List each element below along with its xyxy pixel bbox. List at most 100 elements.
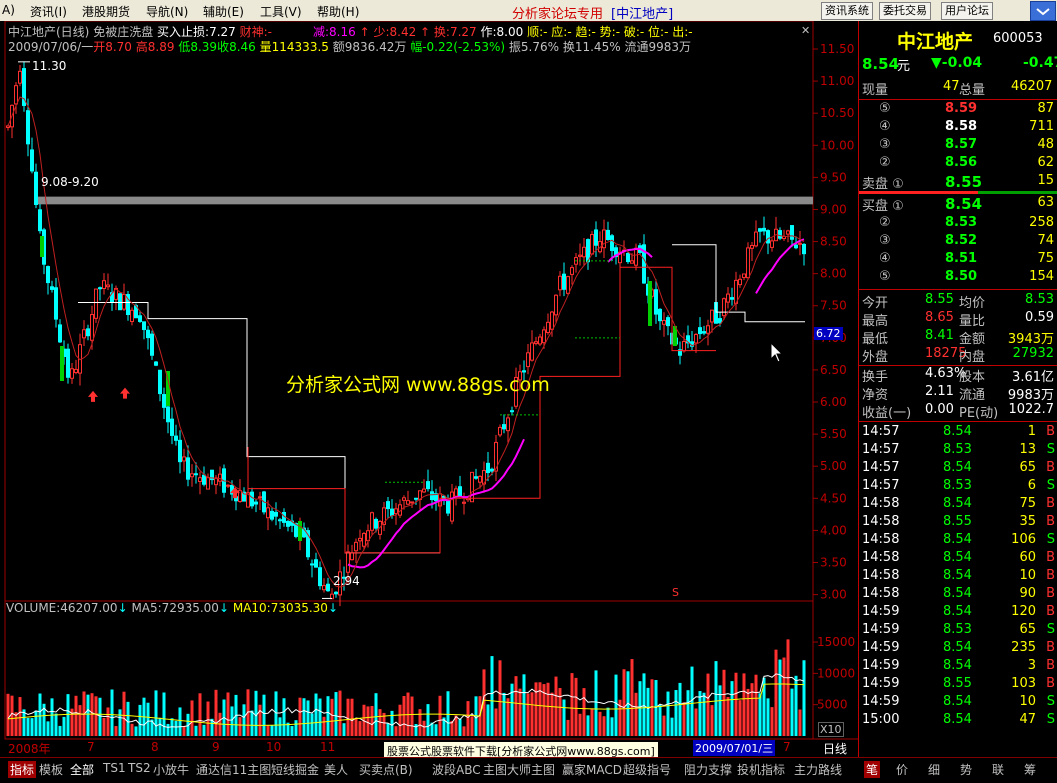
volume-bar [258, 704, 262, 736]
volume-bar [522, 674, 526, 736]
volume-bar [302, 698, 306, 736]
indicator-tab[interactable]: 超级指号 [623, 761, 671, 778]
quote-view-tab[interactable]: 价 [896, 761, 908, 778]
indicator-tab[interactable]: 主图大师主图 [483, 761, 555, 778]
tick-volume: 6 [1027, 478, 1036, 493]
volume-bar [646, 687, 650, 736]
price-tick-label: 9.50 [820, 170, 847, 184]
candle-body [14, 85, 18, 105]
quote-view-tab[interactable]: 联 [992, 761, 1004, 778]
volume-bar [98, 697, 102, 736]
volume-bar [138, 704, 142, 736]
candle-body [790, 225, 794, 240]
candle-body [294, 523, 298, 537]
order-price: 8.57 [945, 137, 978, 152]
close-chart-icon[interactable]: ✕ [801, 24, 810, 37]
indicator-tab[interactable]: 模板 [39, 761, 63, 778]
signal-tail: 顺:- 应:- 趋:- 势:- 破:- 位:- 出:- [527, 25, 693, 39]
sell-signal-icon: S [672, 586, 679, 599]
stat-label: 换手 [862, 370, 889, 385]
bar-low: 低8.39 [178, 40, 218, 54]
volume-bar [570, 673, 574, 736]
volume-bar [674, 690, 678, 736]
candle-body [630, 260, 634, 264]
candle-body [798, 242, 802, 245]
stat-label: 外盘 [862, 350, 889, 365]
volume-bar [206, 701, 210, 736]
candle-body [486, 462, 490, 474]
menu-item-nav[interactable]: 导航(N) [146, 3, 188, 20]
candle-body [722, 298, 726, 317]
volume-bar [198, 693, 202, 736]
quote-view-tab[interactable]: 细 [928, 761, 940, 778]
volume-bar [354, 718, 358, 736]
price-tick-label: 6.50 [820, 363, 847, 377]
volume-bar [74, 695, 78, 736]
volume-bar [526, 693, 530, 736]
volume-bar [422, 720, 426, 736]
price-tick-label: 4.50 [820, 491, 847, 505]
volume-bar [274, 691, 278, 736]
current-price-tag: 6.72 [814, 327, 843, 340]
kline-chart-area[interactable]: 11.50 11.00 10.50 10.00 9.50 9.00 8.50 8.00 7.50… [0, 21, 858, 761]
tick-row: 14:58 8.54 10 B [859, 568, 1057, 586]
indicator-tab[interactable]: 主力路线 [794, 761, 842, 778]
menu-item-assist[interactable]: 辅助(E) [203, 3, 244, 20]
candle-body [694, 333, 698, 344]
stock-name: 中江地产 [897, 31, 974, 53]
stat-value: 3943万 [1007, 332, 1054, 347]
tick-direction: B [1046, 586, 1055, 601]
candle-body [314, 559, 318, 568]
candle-body [662, 319, 666, 325]
menu-item-a[interactable]: A) [2, 3, 15, 17]
indicator-tab[interactable]: 投机指标 [737, 761, 785, 778]
volume-bar [590, 708, 594, 736]
volume-bar [326, 696, 330, 736]
volume-bar [398, 704, 402, 736]
indicator-tab[interactable]: 买卖点(B) [359, 761, 413, 778]
quote-view-tab[interactable]: 笔 [864, 761, 881, 778]
menu-item-help[interactable]: 帮助(H) [317, 3, 359, 20]
bar-high: 高8.89 [135, 40, 175, 54]
indicator-tab[interactable]: 通达信11主图 [196, 761, 271, 778]
volume-bar [658, 704, 662, 736]
tick-volume: 75 [1019, 496, 1036, 511]
order-level: ④ [879, 119, 891, 134]
indicator-tab[interactable]: 波段ABC [432, 761, 481, 778]
indicator-tab[interactable]: TS1 [103, 761, 126, 775]
indicator-tab-bar: 指标 模板 全部 TS1 TS2 小放牛 通达信11主图 短线掘金 美人 买卖点(B) 波段ABC 主… [0, 757, 1057, 783]
stat-label: 均价 [959, 296, 986, 311]
menu-item-tools[interactable]: 工具(V) [260, 3, 302, 20]
indicator-tab[interactable]: 指标 [8, 761, 37, 778]
volume-bar [742, 673, 746, 736]
indicator-tab[interactable]: TS2 [128, 761, 151, 775]
menu-item-info[interactable]: 资讯(I) [30, 3, 67, 20]
volume-bar [506, 698, 510, 736]
candle-body [554, 294, 558, 316]
indicator-tab[interactable]: 美人 [324, 761, 348, 778]
candle-body [610, 235, 614, 251]
stat-row: 最高 8.65 量比 0.59 [859, 310, 1057, 329]
quote-view-tab[interactable]: 筹 [1024, 761, 1036, 778]
menu-item-hk-futures[interactable]: 港股期货 [82, 3, 130, 20]
indicator-tab[interactable]: 全部 [70, 761, 94, 778]
indicator-tab[interactable]: 短线掘金 [271, 761, 319, 778]
indicator-tab[interactable]: 赢家MACD [562, 761, 622, 778]
indicator-tab[interactable]: 阻力支撑 [684, 761, 732, 778]
window-control-icon[interactable] [1030, 1, 1056, 21]
period-label[interactable]: 日线 [823, 740, 847, 757]
order-volume: 87 [1037, 101, 1054, 116]
tick-row: 14:59 8.55 103 B [859, 676, 1057, 694]
volume-bar [350, 698, 354, 736]
candle-body [626, 253, 630, 263]
quote-view-tab[interactable]: 势 [960, 761, 972, 778]
zoom-x10-button[interactable]: X10 [818, 722, 844, 737]
ma10-value: MA10:73035.30 [232, 601, 328, 615]
volume-bar [602, 716, 606, 736]
candle-body [70, 368, 74, 379]
indicator-tab[interactable]: 小放牛 [153, 761, 189, 778]
volume-header: VOLUME:46207.00↓ MA5:72935.00↓ MA10:7303… [6, 601, 339, 615]
forum-button[interactable]: 用户论坛 [941, 2, 993, 20]
trade-button[interactable]: 委托交易 [879, 2, 931, 20]
info-system-button[interactable]: 资讯系统 [821, 2, 873, 20]
